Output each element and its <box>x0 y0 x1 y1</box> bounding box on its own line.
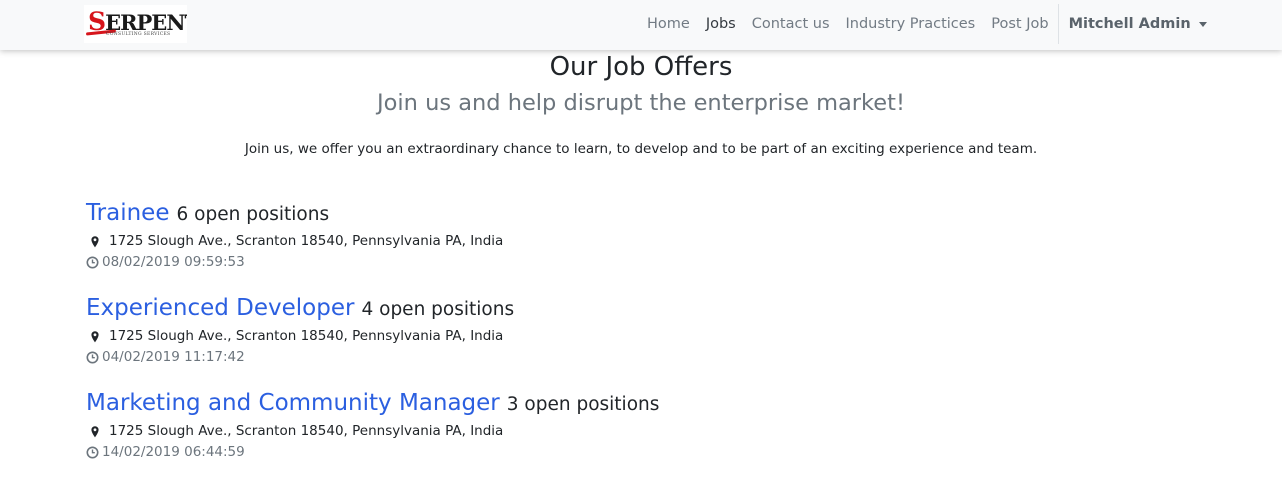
nav-contact-us-link[interactable]: Contact us <box>744 16 838 32</box>
job-item: Trainee 6 open positions 1725 Slough Ave… <box>86 197 659 292</box>
job-title-link[interactable]: Experienced Developer <box>86 292 354 324</box>
page-title: Our Job Offers <box>549 52 733 82</box>
job-heading: Marketing and Community Manager 3 open p… <box>86 387 659 419</box>
job-address-text: 1725 Slough Ave., Scranton 18540, Pennsy… <box>109 328 504 344</box>
job-open-positions: 4 open positions <box>361 299 515 320</box>
nav-post-job-link[interactable]: Post Job <box>983 16 1056 32</box>
map-marker-icon <box>91 330 99 342</box>
job-date-text: 08/02/2019 09:59:53 <box>102 254 245 270</box>
map-marker-icon <box>91 425 99 437</box>
top-navbar: SERPENT CONSULTING SERVICES Home Jobs Co… <box>0 0 1282 50</box>
job-open-positions: 6 open positions <box>176 204 330 225</box>
job-address-text: 1725 Slough Ave., Scranton 18540, Pennsy… <box>109 423 504 439</box>
job-address: 1725 Slough Ave., Scranton 18540, Pennsy… <box>86 232 659 251</box>
clock-icon <box>86 351 99 364</box>
nav-jobs-link[interactable]: Jobs <box>698 16 744 32</box>
clock-icon <box>86 446 99 459</box>
job-address: 1725 Slough Ave., Scranton 18540, Pennsy… <box>86 422 659 441</box>
user-name: Mitchell Admin <box>1068 16 1191 32</box>
job-date: 04/02/2019 11:17:42 <box>86 348 659 367</box>
job-date-text: 14/02/2019 06:44:59 <box>102 444 245 460</box>
job-address: 1725 Slough Ave., Scranton 18540, Pennsy… <box>86 327 659 346</box>
user-menu-dropdown[interactable]: Mitchell Admin <box>1060 16 1216 32</box>
nav-industry-practices-link[interactable]: Industry Practices <box>838 16 984 32</box>
job-date: 14/02/2019 06:44:59 <box>86 443 659 462</box>
nav-divider <box>1057 4 1059 44</box>
caret-down-icon <box>1198 21 1207 27</box>
job-heading: Trainee 6 open positions <box>86 197 659 229</box>
job-address-text: 1725 Slough Ave., Scranton 18540, Pennsy… <box>109 233 504 249</box>
job-date: 08/02/2019 09:59:53 <box>86 253 659 272</box>
main-menu: Home Jobs Contact us Industry Practices … <box>639 0 1216 48</box>
page-header: Our Job Offers Join us and help disrupt … <box>0 50 1282 159</box>
nav-home-link[interactable]: Home <box>639 16 698 32</box>
page-intro: Join us, we offer you an extraordinary c… <box>244 141 1038 157</box>
job-date-text: 04/02/2019 11:17:42 <box>102 349 245 365</box>
job-heading: Experienced Developer 4 open positions <box>86 292 659 324</box>
clock-icon <box>86 256 99 269</box>
logo-tagline: CONSULTING SERVICES <box>106 32 171 37</box>
job-title-link[interactable]: Marketing and Community Manager <box>86 387 500 419</box>
job-list: Trainee 6 open positions 1725 Slough Ave… <box>86 197 659 482</box>
job-item: Marketing and Community Manager 3 open p… <box>86 387 659 482</box>
job-item: Experienced Developer 4 open positions 1… <box>86 292 659 387</box>
job-open-positions: 3 open positions <box>506 394 660 415</box>
page-subtitle: Join us and help disrupt the enterprise … <box>377 90 905 116</box>
map-marker-icon <box>91 235 99 247</box>
job-title-link[interactable]: Trainee <box>86 197 170 229</box>
company-logo[interactable]: SERPENT CONSULTING SERVICES <box>84 5 187 43</box>
